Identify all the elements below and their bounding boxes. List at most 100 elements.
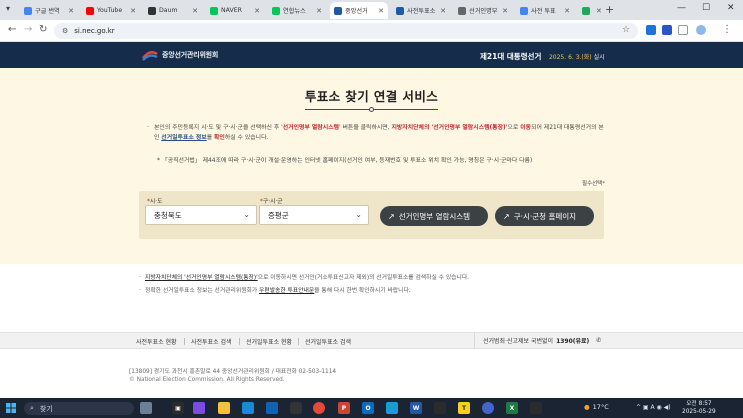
local-homepage-button[interactable]: ↗ 구·시·군청 홈페이지: [495, 206, 594, 226]
divider: [239, 338, 240, 345]
notice-text: 으로: [507, 125, 521, 131]
store-icon[interactable]: [266, 402, 278, 414]
info-emphasis: 우편발송한 투표안내문: [259, 288, 315, 294]
notice-text: ' 버튼을 클릭하시면,: [338, 125, 392, 131]
app-icon[interactable]: [290, 402, 302, 414]
nec-logo[interactable]: 중앙선거관리위원회: [142, 48, 218, 62]
logo-text: 중앙선거관리위원회: [162, 51, 219, 59]
close-tab-icon[interactable]: ✕: [502, 7, 508, 15]
excel-icon[interactable]: X: [506, 402, 518, 414]
notice-highlight: 확인: [214, 135, 225, 141]
browser-menu-icon[interactable]: ⋮: [722, 24, 732, 36]
close-tab-icon[interactable]: ✕: [440, 7, 446, 15]
sido-label: *시·도: [147, 196, 162, 205]
required-note: 필수선택*: [582, 179, 605, 187]
widgets-icon[interactable]: [140, 402, 152, 414]
close-tab-icon[interactable]: ✕: [192, 7, 198, 15]
browser-tab[interactable]: 실행결과✕: [578, 2, 603, 19]
close-tab-icon[interactable]: ✕: [378, 7, 384, 15]
back-arrow-icon[interactable]: ←: [8, 24, 16, 36]
taskbar-clock[interactable]: 오전 8:57 2025-05-29: [682, 400, 716, 416]
tab-search-icon[interactable]: ▾: [6, 4, 18, 16]
footer-link-early-search[interactable]: 사전투표소 검색: [191, 337, 232, 346]
mail-icon[interactable]: [386, 402, 398, 414]
reload-icon[interactable]: ↻: [39, 24, 47, 36]
crime-report-banner[interactable]: 선거범죄·신고제보 국번없이 1390(유료) ✆: [474, 332, 609, 349]
address-bar[interactable]: ⚙ si.nec.go.kr: [54, 23, 638, 39]
browser-tab[interactable]: NAVER ✕: [206, 2, 264, 19]
taskbar-search[interactable]: ⌕ 찾기: [24, 402, 134, 415]
sido-select-value: 충청북도: [154, 210, 182, 220]
page-title: 투표소 찾기 연결 서비스: [304, 84, 439, 112]
close-tab-icon[interactable]: ✕: [564, 7, 570, 15]
new-tab-button[interactable]: +: [605, 4, 614, 16]
edge-icon[interactable]: [242, 402, 254, 414]
outlook-icon[interactable]: O: [362, 402, 374, 414]
clock-date: 2025-05-29: [682, 409, 716, 415]
kakaotalk-icon[interactable]: T: [458, 402, 470, 414]
required-note-text: 필수선택: [582, 181, 603, 187]
weather-widget[interactable]: ● 17°C: [584, 403, 609, 411]
profile-avatar[interactable]: [696, 25, 706, 35]
info-line: 정확한 선거일투표소 정보는 선거관리위원회가 우편발송한 투표안내문을 통해 …: [139, 285, 469, 298]
system-tray-icons[interactable]: ^ ▣ A ◉ ◀): [636, 404, 671, 411]
minimize-icon[interactable]: —: [677, 3, 686, 13]
nec-emblem-icon: [142, 51, 158, 61]
browser-tab-title: 선거인명부: [469, 8, 498, 15]
copilot-icon[interactable]: [193, 402, 205, 414]
forward-arrow-icon[interactable]: →: [24, 24, 32, 36]
site-info-icon[interactable]: ⚙: [62, 27, 68, 35]
region-search-box: *시·도 충청북도 ⌄ *구·시·군 증평군 ⌄ ↗ 선거인명부 열람시스템 ↗…: [139, 191, 604, 239]
footer-link-election-search[interactable]: 선거일투표소 검색: [305, 337, 351, 346]
powerpoint-icon[interactable]: P: [338, 402, 350, 414]
sido-select[interactable]: 충청북도 ⌄: [145, 205, 257, 225]
windows-start-icon[interactable]: [6, 403, 16, 413]
app-icon[interactable]: [482, 402, 494, 414]
election-date-suffix: 실시: [593, 54, 605, 61]
browser-tab[interactable]: YouTube ✕: [82, 2, 140, 19]
naver-icon: [210, 6, 218, 15]
page-title-text: 투표소 찾기 연결 서비스: [304, 89, 439, 104]
voter-list-system-button[interactable]: ↗ 선거인명부 열람시스템: [380, 206, 488, 226]
word-icon[interactable]: W: [410, 402, 422, 414]
homepage-button-label: 구·시·군청 홈페이지: [513, 211, 577, 221]
clock-time: 오전 8:57: [686, 401, 712, 407]
notice-highlight: 선거일투표소 정보: [161, 135, 207, 141]
chrome-icon[interactable]: [313, 402, 325, 414]
browser-tab-title: NAVER: [221, 7, 242, 14]
browser-tab[interactable]: 사전투표소 ✕: [392, 2, 450, 19]
browser-tab-title: 사전투표소: [407, 8, 436, 15]
browser-tab[interactable]: 선거인명부 ✕: [454, 2, 512, 19]
close-tab-icon[interactable]: ✕: [130, 7, 136, 15]
browser-tab[interactable]: 구글 번역 ✕: [20, 2, 78, 19]
gusigun-select[interactable]: 증평군 ⌄: [259, 205, 369, 225]
divider: [184, 338, 185, 345]
youtube-icon: [86, 6, 94, 15]
gusigun-label: *구·시·군: [260, 196, 283, 205]
footer-link-early-status[interactable]: 사전투표소 현황: [136, 337, 177, 346]
extensions-puzzle-icon[interactable]: [678, 25, 688, 35]
browser-tab-title: 연합뉴스: [283, 8, 306, 15]
browser-tab[interactable]: Daum ✕: [144, 2, 202, 19]
close-tab-icon[interactable]: ✕: [316, 7, 322, 15]
task-view-icon[interactable]: ▣: [172, 402, 184, 414]
file-explorer-icon[interactable]: [218, 402, 230, 414]
election-date: 2025. 6. 3.(화) 실시: [549, 54, 605, 61]
election-date-value: 2025. 6. 3.(화): [548, 54, 592, 61]
temperature-text: 17°C: [592, 403, 609, 411]
site-header: 중앙선거관리위원회 제21대 대통령선거 2025. 6. 3.(화) 실시: [0, 42, 743, 68]
bookmark-star-icon[interactable]: ☆: [622, 24, 630, 36]
close-tab-icon[interactable]: ✕: [68, 7, 74, 15]
extension-icon[interactable]: [646, 25, 656, 35]
maximize-icon[interactable]: ☐: [702, 3, 710, 13]
browser-tab[interactable]: 중앙선거 ✕: [330, 2, 388, 19]
shield-extension-icon[interactable]: [662, 25, 672, 35]
close-window-icon[interactable]: ✕: [727, 3, 735, 13]
app-icon[interactable]: [434, 402, 446, 414]
close-tab-icon[interactable]: ✕: [596, 7, 602, 15]
browser-tab[interactable]: 연합뉴스 ✕: [268, 2, 326, 19]
browser-tab[interactable]: 사전 투표 ✕: [516, 2, 574, 19]
close-tab-icon[interactable]: ✕: [254, 7, 260, 15]
footer-link-election-status[interactable]: 선거일투표소 현황: [246, 337, 292, 346]
app-icon[interactable]: [530, 402, 542, 414]
